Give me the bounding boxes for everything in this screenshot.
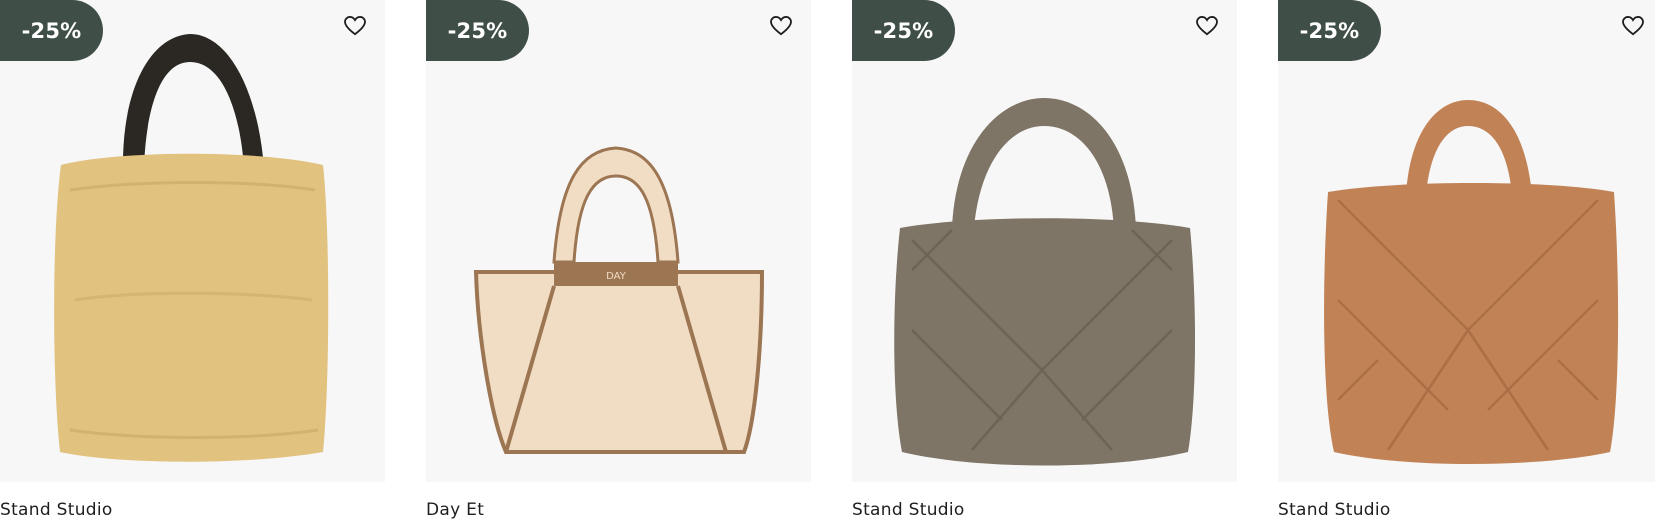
product-brand[interactable]: Stand Studio: [0, 500, 113, 520]
product-brand[interactable]: Stand Studio: [852, 500, 965, 520]
product-card[interactable]: -25% Stand Studio: [1278, 0, 1655, 529]
product-grid: -25% Stand Studio DAY -25% Day Et -25% S…: [0, 0, 1655, 529]
wishlist-heart-icon[interactable]: [343, 14, 367, 38]
product-image-area[interactable]: -25%: [852, 0, 1237, 482]
product-card[interactable]: -25% Stand Studio: [0, 0, 385, 529]
discount-badge: -25%: [0, 0, 103, 61]
discount-badge: -25%: [426, 0, 529, 61]
wishlist-heart-icon[interactable]: [1621, 14, 1645, 38]
product-brand[interactable]: Day Et: [426, 500, 484, 520]
quilted-tote-bag-image[interactable]: [1278, 0, 1655, 482]
bag-logo: DAY: [606, 271, 627, 282]
wishlist-heart-icon[interactable]: [769, 14, 793, 38]
discount-badge: -25%: [852, 0, 955, 61]
product-image-area[interactable]: DAY -25%: [426, 0, 811, 482]
discount-badge: -25%: [1278, 0, 1381, 61]
product-brand[interactable]: Stand Studio: [1278, 500, 1391, 520]
product-image-area[interactable]: -25%: [0, 0, 385, 482]
fur-tote-bag-image[interactable]: [0, 0, 385, 482]
wishlist-heart-icon[interactable]: [1195, 14, 1219, 38]
product-card[interactable]: -25% Stand Studio: [852, 0, 1237, 529]
product-card[interactable]: DAY -25% Day Et: [426, 0, 811, 529]
product-image-area[interactable]: -25%: [1278, 0, 1655, 482]
shearling-tote-bag-image[interactable]: DAY: [426, 0, 811, 482]
quilted-tote-bag-image[interactable]: [852, 0, 1237, 482]
